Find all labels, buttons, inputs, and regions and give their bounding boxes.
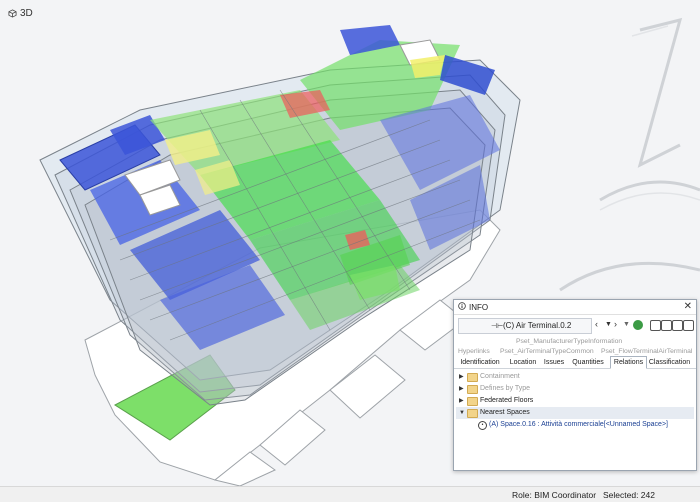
tab-hyperlinks[interactable]: Hyperlinks (458, 348, 490, 355)
relations-tree: ▶ Containment ▶ Defines by Type ▶ Federa… (456, 371, 694, 431)
object-name: (C) Air Terminal.0.2 (503, 321, 572, 330)
lock-icon[interactable] (650, 320, 661, 331)
space-icon: • (478, 421, 487, 430)
role-status: Role: BIM Coordinator (512, 490, 597, 500)
tree-item-nearest-spaces[interactable]: ▼ Nearest Spaces (456, 407, 694, 419)
cube-icon (8, 9, 17, 18)
tab-identification[interactable]: Identification (457, 357, 503, 368)
view-mode-label: 3D (20, 8, 33, 19)
tab-issues[interactable]: Issues (542, 357, 566, 368)
info-icon (458, 302, 466, 312)
air-terminal-icon: ⊣⊢ (491, 323, 504, 330)
info-titlebar: INFO ✕ (454, 300, 696, 315)
folder-icon (467, 409, 478, 418)
tab-location[interactable]: Location (507, 357, 539, 368)
clipboard-icon[interactable] (661, 320, 672, 331)
info-panel: INFO ✕ ⊣⊢ (C) Air Terminal.0.2 ‹ ▼ › ▼ P… (453, 299, 697, 471)
next-icon[interactable]: › (614, 319, 617, 329)
folder-icon (467, 397, 478, 406)
tab-relations[interactable]: Relations (610, 356, 647, 369)
tree-item-space[interactable]: • (A) Space.0.16 : Attività commerciale[… (456, 419, 694, 431)
calendar-icon[interactable] (683, 320, 694, 331)
tree-item-containment[interactable]: ▶ Containment (456, 371, 694, 383)
expand-arrow-icon[interactable]: ▶ (459, 395, 464, 407)
tree-item-defines-by-type[interactable]: ▶ Defines by Type (456, 383, 694, 395)
folder-icon (467, 385, 478, 394)
tab-pset-airterminal[interactable]: Pset_AirTerminalTypeCommon (500, 348, 594, 355)
view-mode-indicator[interactable]: 3D (8, 8, 33, 19)
collapse-arrow-icon[interactable]: ▼ (459, 407, 465, 419)
street-lines (559, 17, 700, 292)
app-window: 3D INFO ✕ ⊣⊢ (C) Air Terminal.0.2 ‹ ▼ › … (0, 0, 700, 502)
info-toolbar: ⊣⊢ (C) Air Terminal.0.2 ‹ ▼ › ▼ (454, 317, 696, 335)
pset-tabs: Pset_ManufacturerTypeInformation Hyperli… (454, 337, 696, 359)
info-tabs: Identification Location Issues Quantitie… (454, 356, 696, 369)
status-bar: Role: BIM Coordinator Selected: 242 (0, 486, 700, 502)
folder-icon (467, 373, 478, 382)
more-dropdown-icon[interactable]: ▼ (623, 321, 630, 328)
expand-arrow-icon[interactable]: ▶ (459, 371, 464, 383)
tree-item-federated-floors[interactable]: ▶ Federated Floors (456, 395, 694, 407)
info-title: INFO (469, 303, 489, 312)
previous-icon[interactable]: ‹ (595, 319, 598, 329)
expand-arrow-icon[interactable]: ▶ (459, 383, 464, 395)
tab-quantities[interactable]: Quantities (569, 357, 607, 368)
status-color-icon[interactable] (633, 320, 643, 330)
copy-icon[interactable] (672, 320, 683, 331)
object-name-field[interactable]: ⊣⊢ (C) Air Terminal.0.2 (458, 318, 592, 334)
tab-pset-flowterminal[interactable]: Pset_FlowTerminalAirTerminal (601, 348, 692, 355)
tab-pset-manufacturer[interactable]: Pset_ManufacturerTypeInformation (516, 338, 622, 345)
tab-classification[interactable]: Classification (647, 357, 692, 368)
selection-count: Selected: 242 (603, 490, 655, 500)
close-icon[interactable]: ✕ (684, 301, 692, 312)
dropdown-down-icon[interactable]: ▼ (605, 321, 612, 328)
